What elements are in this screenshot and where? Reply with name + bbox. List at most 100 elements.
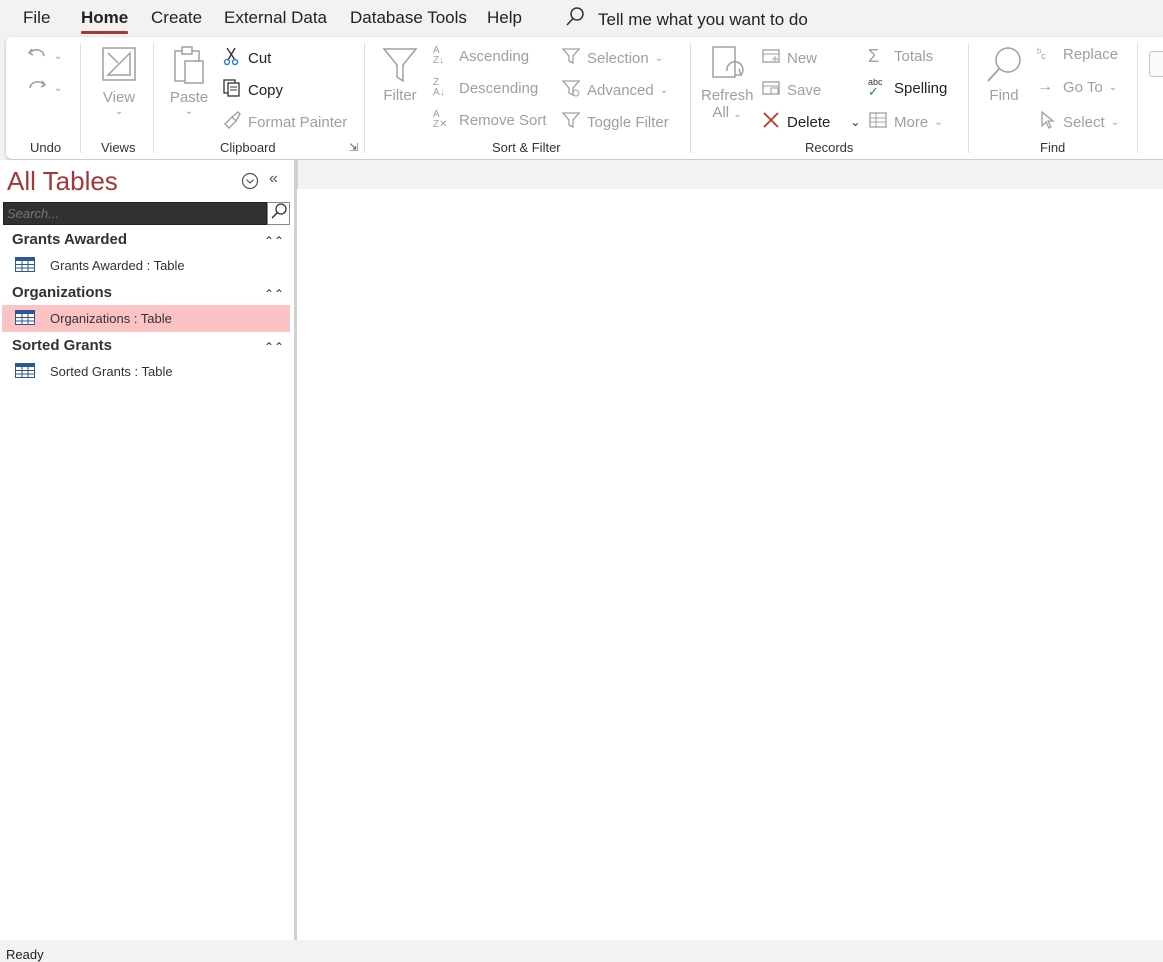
new-label: New: [787, 49, 818, 67]
nav-group-header-organizations[interactable]: Organizations: [12, 284, 112, 301]
more-label: More: [894, 113, 929, 131]
table-icon: [15, 362, 35, 381]
tab-external-data[interactable]: External Data: [224, 8, 327, 28]
views-group-label: Views: [101, 140, 136, 155]
nav-pane-title[interactable]: All Tables: [7, 166, 118, 197]
tab-help[interactable]: Help: [487, 8, 522, 28]
view-button[interactable]: View ⌄: [94, 45, 144, 117]
chevron-down-icon: ⌄: [733, 109, 742, 120]
tab-database-tools[interactable]: Database Tools: [350, 8, 467, 28]
document-tab-strip: [297, 160, 1163, 189]
format-painter-label: Format Painter: [248, 113, 348, 131]
selection-label: Selection: [587, 49, 649, 67]
format-painter-button[interactable]: Format Painter: [222, 110, 347, 134]
chevron-down-icon: ⌄: [1108, 81, 1118, 93]
advanced-label: Advanced: [587, 81, 654, 99]
nav-item-organizations-table[interactable]: Organizations : Table: [2, 305, 290, 332]
refresh-all-label: All: [712, 104, 730, 121]
nav-group-header-sorted-grants[interactable]: Sorted Grants: [12, 337, 112, 354]
collapse-pane-icon[interactable]: «: [269, 170, 278, 188]
nav-item-sorted-grants-table[interactable]: Sorted Grants : Table: [2, 358, 290, 385]
paintbrush-icon: [222, 110, 242, 134]
delete-record-button[interactable]: Delete ⌄: [761, 110, 860, 134]
ribbon-overflow-button[interactable]: [1149, 51, 1163, 77]
replace-button[interactable]: ᵇc Replace: [1037, 46, 1118, 63]
copy-icon: [222, 78, 242, 102]
spelling-label: Spelling: [894, 79, 948, 97]
cut-button[interactable]: Cut: [222, 46, 271, 70]
more-button[interactable]: More ⌄: [868, 110, 943, 134]
nav-search-button[interactable]: [267, 202, 290, 225]
nav-item-label: Sorted Grants : Table: [50, 364, 173, 379]
nav-item-grants-awarded-table[interactable]: Grants Awarded : Table: [2, 252, 290, 279]
collapse-group-icon[interactable]: ⌃⌃: [264, 234, 284, 248]
advanced-button[interactable]: Advanced ⌄: [561, 78, 668, 102]
document-area: [297, 160, 1163, 940]
navigation-pane: All Tables « Grants Awarded ⌃⌃ Grants Aw…: [0, 160, 297, 940]
save-record-button[interactable]: Save: [761, 78, 821, 102]
find-button[interactable]: Find: [982, 45, 1026, 104]
select-button[interactable]: Select ⌄: [1037, 110, 1119, 134]
nav-search-input[interactable]: [3, 202, 267, 225]
toggle-filter-icon: [561, 110, 581, 134]
filter-label: Filter: [383, 87, 417, 104]
dialog-launcher-icon[interactable]: ⇲: [349, 141, 358, 154]
ribbon: ⌄ ⌄ Undo View ⌄ Views Paste ⌄ Cut Copy F…: [6, 37, 1163, 159]
select-label: Select: [1063, 113, 1105, 131]
nav-group-header-grants-awarded[interactable]: Grants Awarded: [12, 231, 127, 248]
find-label: Find: [989, 87, 1019, 104]
collapse-group-icon[interactable]: ⌃⌃: [264, 340, 284, 354]
filter-button[interactable]: Filter: [378, 45, 422, 104]
nav-item-label: Organizations : Table: [50, 311, 172, 326]
nav-menu-dropdown-icon[interactable]: [241, 172, 259, 195]
records-group-label: Records: [805, 140, 854, 155]
separator: [1137, 43, 1138, 153]
chevron-down-icon: ⌄: [54, 50, 63, 62]
totals-button[interactable]: Σ Totals: [868, 46, 933, 67]
toggle-filter-label: Toggle Filter: [587, 113, 669, 131]
ascending-button[interactable]: A Z↓ Ascending: [433, 46, 529, 66]
separator: [153, 43, 154, 153]
chevron-down-icon: ⌄: [654, 52, 664, 64]
tab-create[interactable]: Create: [151, 8, 202, 28]
scissors-icon: [222, 46, 242, 70]
save-label: Save: [787, 81, 822, 99]
refresh-all-button[interactable]: Refresh All ⌄: [701, 45, 754, 121]
selection-filter-icon: [561, 46, 581, 70]
table-icon: [15, 256, 35, 275]
redo-button[interactable]: ⌄: [26, 75, 62, 101]
replace-icon: ᵇc: [1037, 47, 1046, 62]
sigma-icon: Σ: [868, 46, 880, 66]
paste-button[interactable]: Paste ⌄: [166, 45, 212, 117]
table-icon: [15, 309, 35, 328]
descending-label: Descending: [459, 79, 539, 97]
selection-button[interactable]: Selection ⌄: [561, 46, 663, 70]
separator: [690, 43, 691, 153]
remove-sort-button[interactable]: A Z✕ Remove Sort: [433, 110, 547, 130]
paste-icon: [166, 45, 212, 85]
undo-button[interactable]: ⌄: [26, 43, 62, 69]
view-icon: [94, 45, 144, 83]
search-icon: [564, 6, 586, 33]
new-record-button[interactable]: New: [761, 46, 817, 70]
paste-label: Paste: [169, 89, 209, 106]
chevron-down-icon: ⌄: [659, 84, 669, 96]
goto-button[interactable]: → Go To ⌄: [1037, 78, 1117, 96]
collapse-group-icon[interactable]: ⌃⌃: [264, 287, 284, 301]
separator: [968, 43, 969, 153]
status-text: Ready: [6, 947, 44, 962]
advanced-filter-icon: [561, 78, 581, 102]
delete-icon: [761, 110, 781, 134]
descending-button[interactable]: Z A↓ Descending: [433, 78, 538, 98]
undo-icon: [26, 43, 48, 69]
toggle-filter-button[interactable]: Toggle Filter: [561, 110, 669, 134]
view-label: View: [102, 89, 136, 106]
chevron-down-icon[interactable]: ⌄: [850, 115, 860, 129]
cut-label: Cut: [248, 49, 272, 67]
tab-file[interactable]: File: [23, 8, 50, 28]
tab-home[interactable]: Home: [81, 8, 129, 34]
spelling-button[interactable]: abc ✓ Spelling: [868, 78, 948, 99]
find-group-label: Find: [1040, 140, 1066, 155]
tell-me-box[interactable]: Tell me what you want to do: [564, 6, 808, 33]
copy-button[interactable]: Copy: [222, 78, 283, 102]
